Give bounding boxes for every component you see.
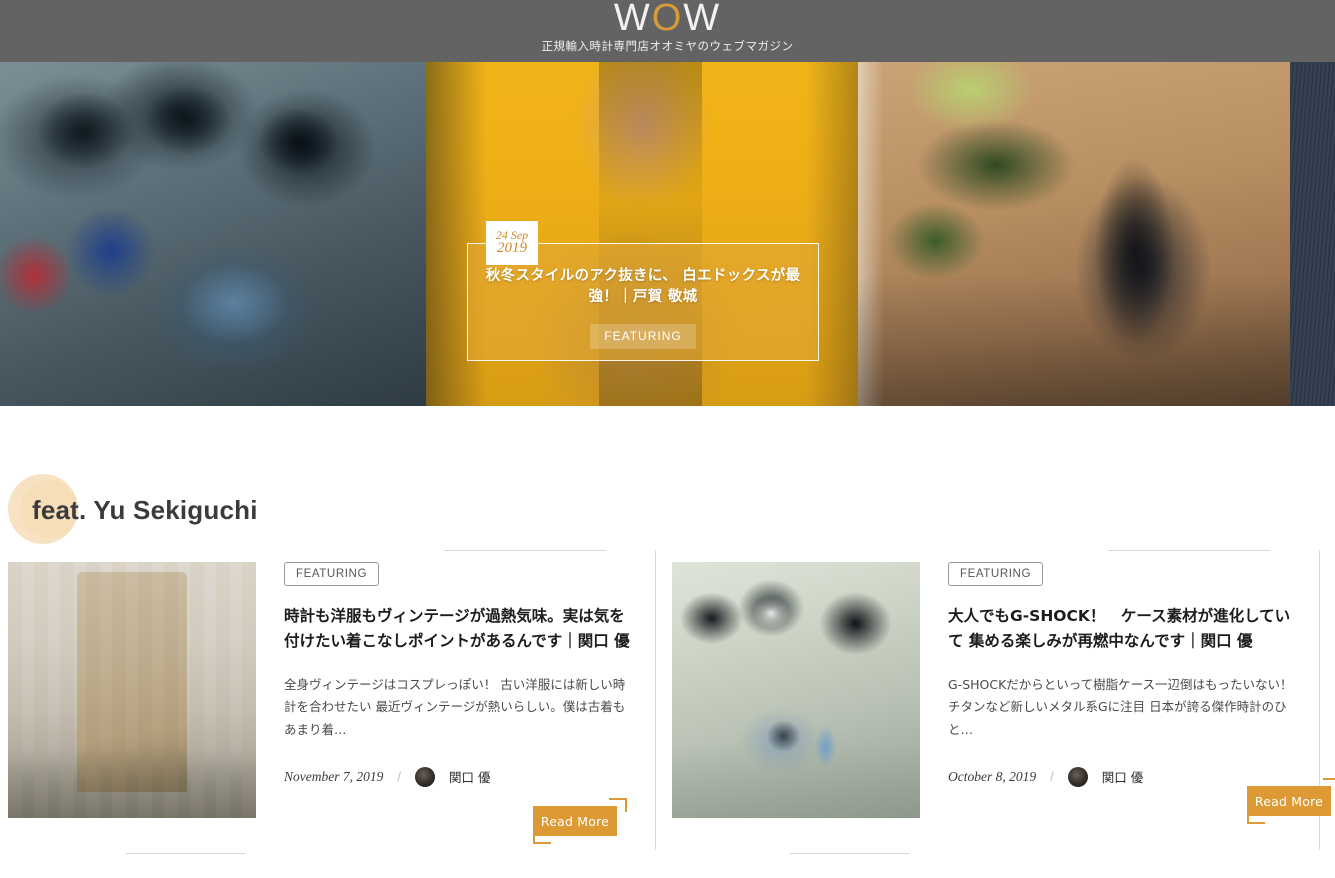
article-author[interactable]: 関口 優 bbox=[449, 767, 490, 786]
article-card[interactable]: FEATURING 時計も洋服もヴィンテージが過熱気味。実は気を付けたい着こなし… bbox=[8, 550, 656, 862]
hero-slide-1[interactable] bbox=[0, 62, 426, 406]
article-card-grid: FEATURING 時計も洋服もヴィンテージが過熱気味。実は気を付けたい着こなし… bbox=[0, 550, 1335, 862]
featured-heading-wrap: feat. Yu Sekiguchi bbox=[0, 474, 1335, 546]
hero-carousel[interactable]: 24 Sep 2019 秋冬スタイルのアク抜きに、 白エドックスが最強！｜戸賀 … bbox=[0, 62, 1335, 406]
trench-coat-shop-image bbox=[8, 562, 256, 818]
site-logo[interactable]: WOW bbox=[614, 0, 721, 38]
site-header: WOW 正規輸入時計専門店オオミヤのウェブマガジン bbox=[0, 0, 1335, 62]
article-body: FEATURING 大人でもG-SHOCK！ ケース素材が進化していて 集める楽… bbox=[790, 550, 1335, 862]
article-category-badge[interactable]: FEATURING bbox=[948, 562, 1043, 586]
hero-category-tag[interactable]: FEATURING bbox=[590, 324, 696, 350]
hero-image-dark-watches bbox=[0, 62, 426, 406]
logo-letter-o: O bbox=[651, 0, 684, 39]
article-title[interactable]: 時計も洋服もヴィンテージが過熱気味。実は気を付けたい着こなしポイントがあるんです… bbox=[284, 604, 632, 654]
logo-letter-w1: W bbox=[613, 0, 652, 39]
gshock-watches-image bbox=[672, 562, 920, 818]
read-more-button[interactable]: Read More bbox=[1247, 786, 1331, 816]
article-thumbnail[interactable] bbox=[8, 562, 256, 818]
article-meta: November 7, 2019 / 関口 優 bbox=[284, 766, 651, 787]
hero-slide-3[interactable] bbox=[858, 62, 1290, 406]
card-frame-bottom bbox=[790, 853, 910, 854]
hero-slide-4[interactable] bbox=[1290, 62, 1335, 406]
article-card[interactable]: FEATURING 大人でもG-SHOCK！ ケース素材が進化していて 集める楽… bbox=[672, 550, 1335, 862]
hero-date-badge: 24 Sep 2019 bbox=[486, 221, 538, 265]
article-title[interactable]: 大人でもG-SHOCK！ ケース素材が進化していて 集める楽しみが再燃中なんです… bbox=[948, 604, 1296, 654]
card-frame-bottom bbox=[126, 853, 246, 854]
meta-separator: / bbox=[1050, 769, 1054, 785]
article-excerpt: G-SHOCKだからといって樹脂ケース一辺倒はもったいない！ チタンなど新しいメ… bbox=[948, 677, 1293, 737]
article-thumbnail[interactable] bbox=[672, 562, 920, 818]
logo-letter-w2: W bbox=[683, 0, 722, 39]
article-body: FEATURING 時計も洋服もヴィンテージが過熱気味。実は気を付けたい着こなし… bbox=[126, 550, 656, 862]
card-frame-top bbox=[444, 550, 606, 551]
site-tagline: 正規輸入時計専門店オオミヤのウェブマガジン bbox=[541, 39, 794, 53]
card-frame-top bbox=[1108, 550, 1270, 551]
hero-image-knit-sliver bbox=[1290, 62, 1335, 406]
featured-section: feat. Yu Sekiguchi FEATURING 時計も洋服もヴィンテー… bbox=[0, 406, 1335, 862]
author-avatar bbox=[414, 766, 435, 787]
read-more-wrap: Read More bbox=[533, 798, 633, 850]
hero-title: 秋冬スタイルのアク抜きに、 白エドックスが最強！｜戸賀 敬城 bbox=[485, 268, 801, 306]
article-category-badge[interactable]: FEATURING bbox=[284, 562, 379, 586]
read-more-button[interactable]: Read More bbox=[533, 806, 617, 836]
article-author[interactable]: 関口 優 bbox=[1102, 767, 1143, 786]
author-avatar bbox=[1067, 766, 1088, 787]
article-date: October 8, 2019 bbox=[948, 768, 1037, 784]
hero-date-year: 2019 bbox=[497, 240, 527, 257]
hero-image-plant-portrait bbox=[858, 62, 1290, 406]
article-date: November 7, 2019 bbox=[284, 768, 384, 784]
card-frame-right bbox=[655, 550, 656, 850]
read-more-wrap: Read More bbox=[1247, 778, 1335, 830]
meta-separator: / bbox=[397, 769, 401, 785]
featured-heading: feat. Yu Sekiguchi bbox=[32, 494, 258, 525]
article-excerpt: 全身ヴィンテージはコスプレっぽい！ 古い洋服には新しい時計を合わせたい 最近ヴィ… bbox=[284, 677, 626, 737]
